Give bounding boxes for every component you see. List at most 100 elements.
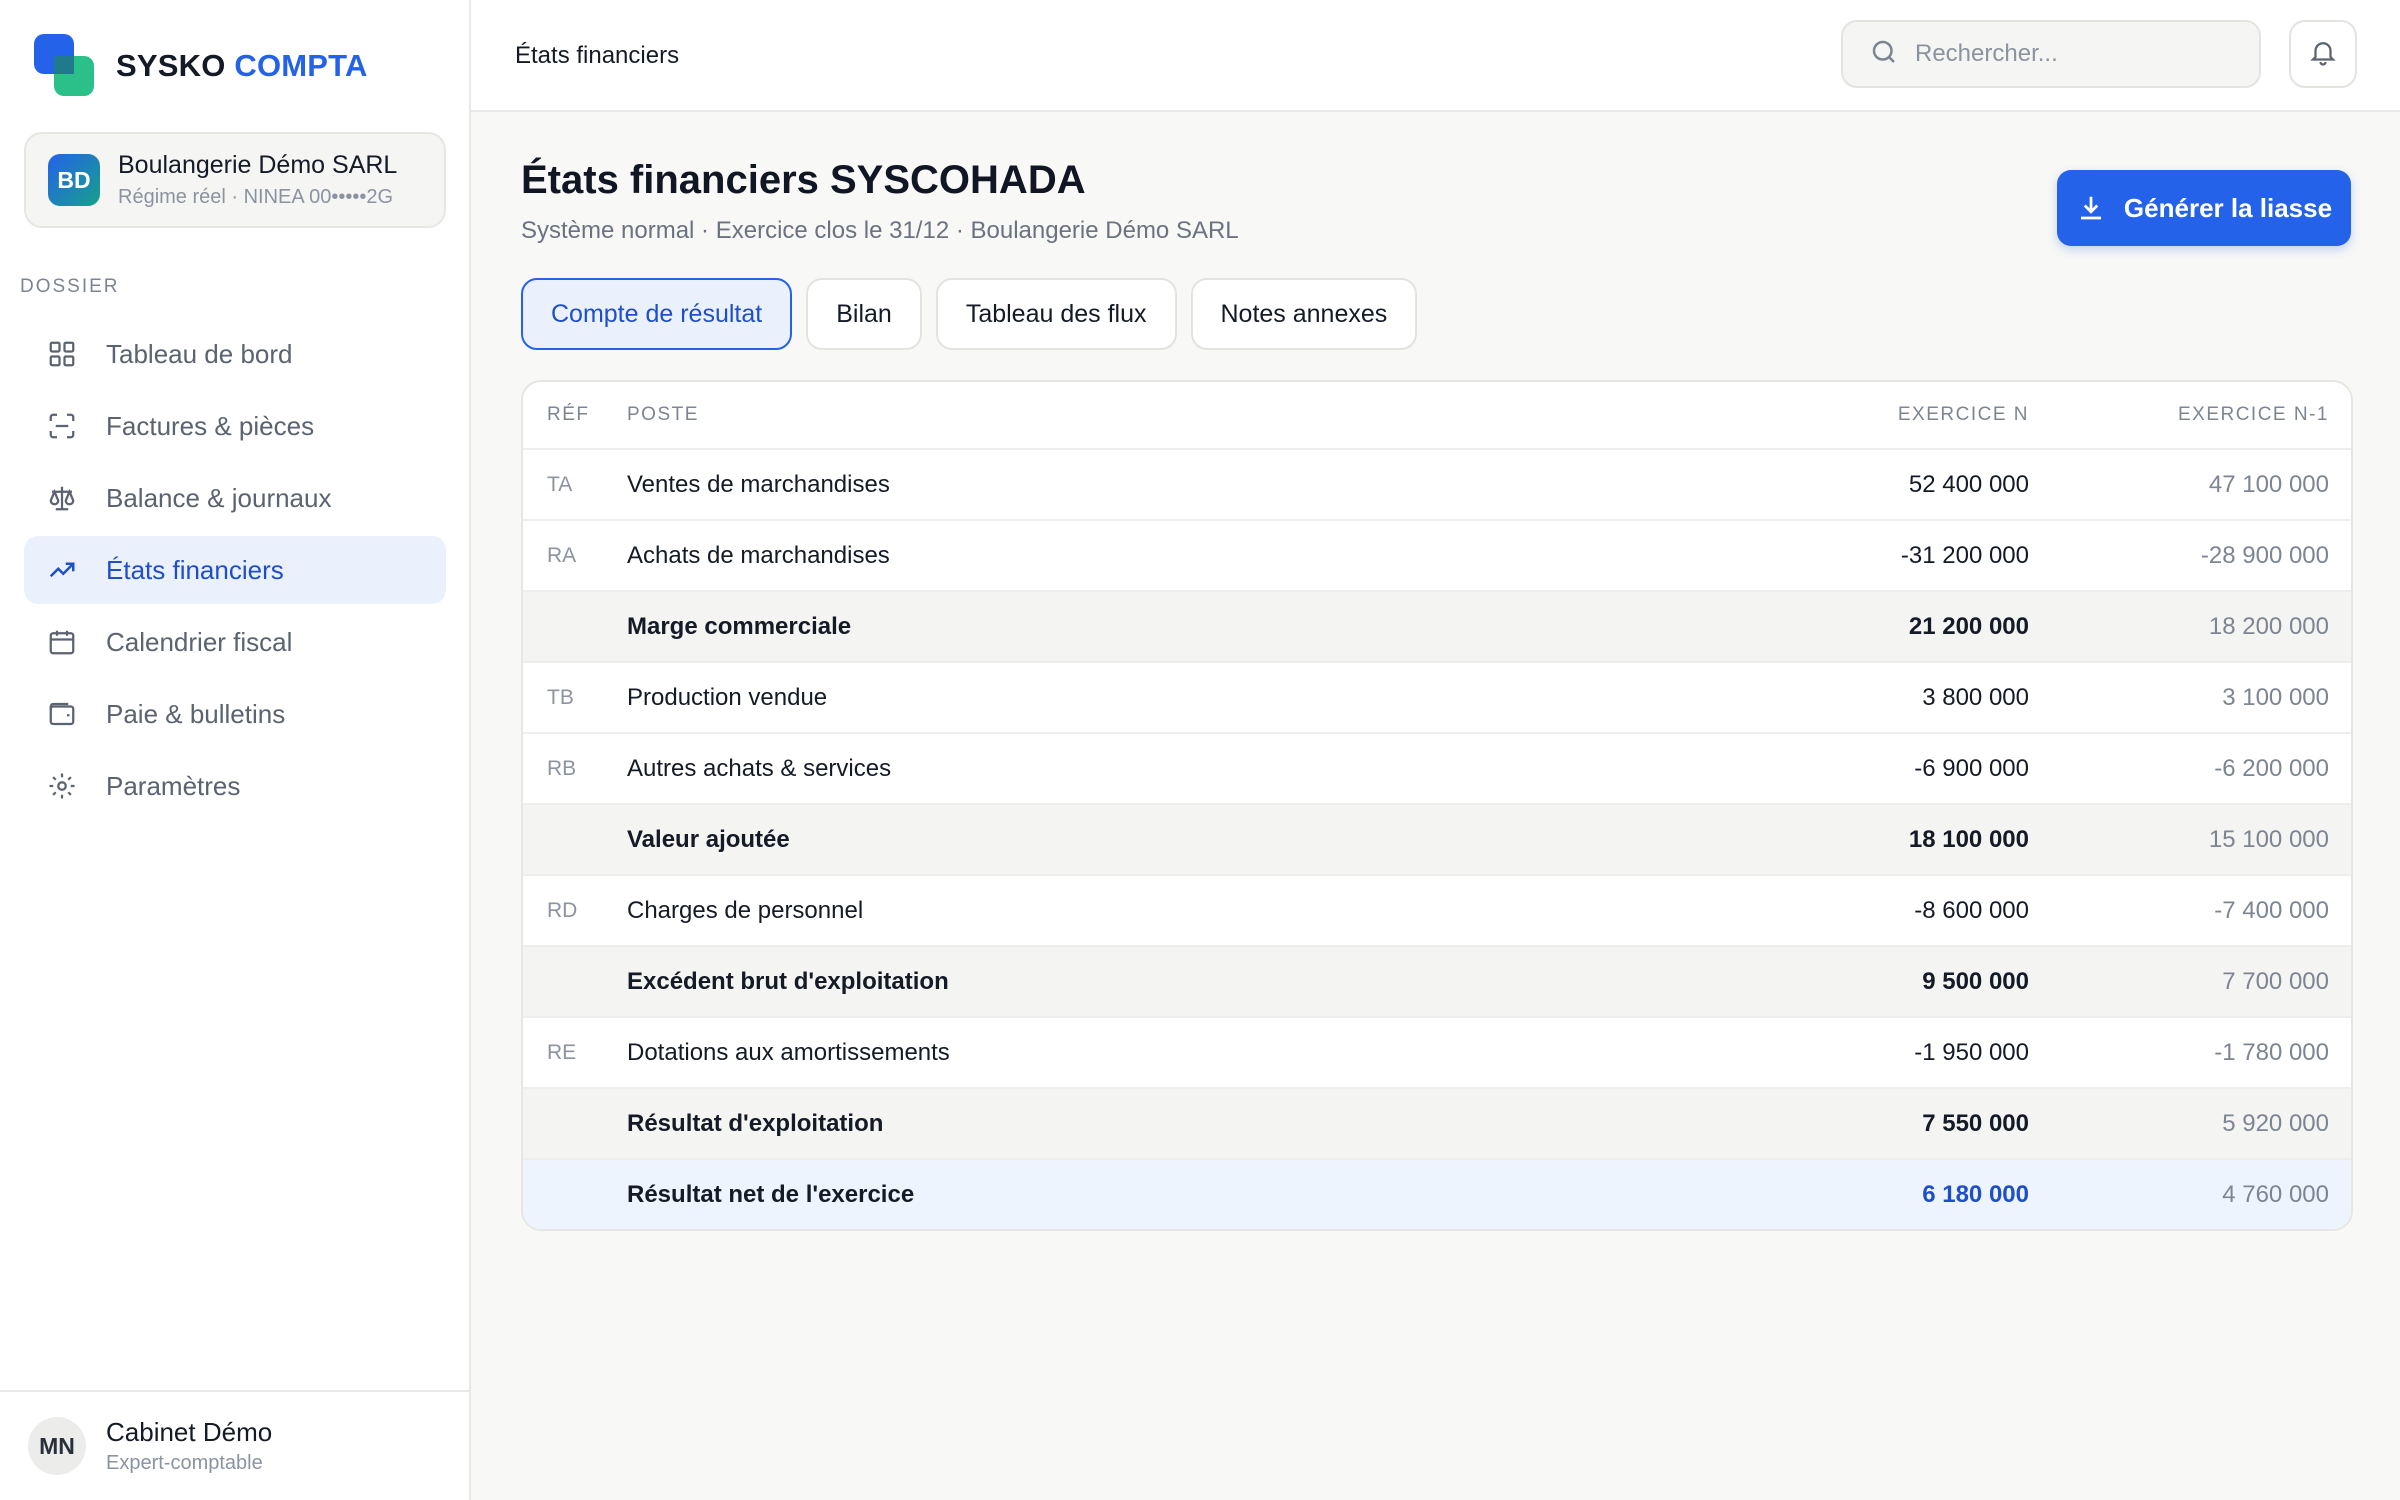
row-poste: Ventes de marchandises xyxy=(627,470,890,498)
brand-logo-icon xyxy=(34,34,98,98)
row-exercice-n: -31 200 000 xyxy=(1900,541,2029,569)
statement-tabs: Compte de résultat Bilan Tableau des flu… xyxy=(521,278,1431,350)
row-ref: RA xyxy=(547,543,577,567)
row-poste: Achats de marchandises xyxy=(627,541,890,569)
sidebar-item-label: Paie & bulletins xyxy=(106,698,286,729)
generate-liasse-label: Générer la liasse xyxy=(2123,192,2333,223)
column-header-exercice-n: EXERCICE N xyxy=(1897,404,2029,425)
bell-icon xyxy=(2308,37,2338,72)
scan-icon xyxy=(44,408,80,444)
sidebar-item-financial-statements[interactable]: États financiers xyxy=(24,536,446,604)
generate-liasse-button[interactable]: Générer la liasse xyxy=(2057,170,2351,246)
row-exercice-n: 7 550 000 xyxy=(1922,1109,2029,1137)
page-subtitle: Système normal · Exercice clos le 31/12 … xyxy=(521,217,1239,244)
row-exercice-n1: 47 100 000 xyxy=(2208,470,2329,498)
row-exercice-n1: -6 200 000 xyxy=(2214,754,2329,782)
row-poste: Production vendue xyxy=(627,683,828,711)
topbar: États financiers xyxy=(471,0,2400,112)
wallet-icon xyxy=(44,696,80,732)
row-poste: Charges de personnel xyxy=(627,896,864,924)
trend-icon xyxy=(44,552,80,588)
row-exercice-n: 3 800 000 xyxy=(1922,683,2029,711)
table-row: TA Ventes de marchandises 52 400 000 47 100… xyxy=(523,448,2351,519)
search-input[interactable] xyxy=(1915,40,2235,68)
row-exercice-n: -6 900 000 xyxy=(1914,754,2029,782)
row-poste: Résultat net de l'exercice xyxy=(627,1180,915,1208)
row-exercice-n1: 5 920 000 xyxy=(2222,1109,2329,1137)
row-exercice-n: -8 600 000 xyxy=(1914,896,2029,924)
brand[interactable]: SYSKO COMPTA xyxy=(34,34,368,98)
row-ref: RD xyxy=(547,898,578,922)
sidebar-item-fiscal-calendar[interactable]: Calendrier fiscal xyxy=(24,608,446,676)
row-poste: Dotations aux amortissements xyxy=(627,1038,950,1066)
row-exercice-n: 6 180 000 xyxy=(1922,1180,2029,1208)
table-row: Excédent brut d'exploitation 9 500 000 7 7… xyxy=(523,945,2351,1016)
tab-balance-sheet[interactable]: Bilan xyxy=(806,278,922,350)
brand-name: SYSKO COMPTA xyxy=(116,48,368,84)
column-header-poste: POSTE xyxy=(627,404,699,425)
row-poste: Valeur ajoutée xyxy=(627,825,790,853)
row-poste: Excédent brut d'exploitation xyxy=(627,967,949,995)
table-row: RD Charges de personnel -8 600 000 -7 400 0… xyxy=(523,874,2351,945)
page-header: États financiers SYSCOHADA Système norma… xyxy=(521,158,1239,245)
user-profile[interactable]: MN Cabinet Démo Expert-comptable xyxy=(0,1390,469,1500)
row-exercice-n1: -28 900 000 xyxy=(2200,541,2329,569)
scale-icon xyxy=(44,480,80,516)
search-box[interactable] xyxy=(1841,20,2261,88)
row-exercice-n: 52 400 000 xyxy=(1908,470,2029,498)
sidebar-item-invoices[interactable]: Factures & pièces xyxy=(24,392,446,460)
settings-icon xyxy=(44,768,80,804)
company-name: Boulangerie Démo SARL xyxy=(118,151,398,179)
sidebar-item-balance[interactable]: Balance & journaux xyxy=(24,464,446,532)
company-subtitle: Régime réel · NINEA 00•••••2G xyxy=(118,186,394,208)
sidebar-item-dashboard[interactable]: Tableau de bord xyxy=(24,320,446,388)
search-icon xyxy=(1869,37,1899,72)
company-avatar: BD xyxy=(48,154,100,206)
brand-name-part1: SYSKO xyxy=(116,48,226,83)
grid-icon xyxy=(44,336,80,372)
main-content: États financiers États financiers SYSCOH… xyxy=(471,0,2400,1500)
row-exercice-n: 18 100 000 xyxy=(1908,825,2029,853)
sidebar-item-label: Tableau de bord xyxy=(106,338,293,369)
row-exercice-n1: 4 760 000 xyxy=(2222,1180,2329,1208)
company-switcher[interactable]: BD Boulangerie Démo SARL Régime réel · N… xyxy=(24,132,446,228)
tab-cash-flow[interactable]: Tableau des flux xyxy=(935,278,1177,350)
row-exercice-n: -1 950 000 xyxy=(1914,1038,2029,1066)
row-poste: Résultat d'exploitation xyxy=(627,1109,884,1137)
table-row: RE Dotations aux amortissements -1 950 000… xyxy=(523,1016,2351,1087)
sidebar-item-payroll[interactable]: Paie & bulletins xyxy=(24,680,446,748)
tab-income-statement[interactable]: Compte de résultat xyxy=(521,278,793,350)
row-ref: TB xyxy=(547,685,574,709)
row-ref: TA xyxy=(547,472,573,496)
sidebar: SYSKO COMPTA BD Boulangerie Démo SARL Ré… xyxy=(0,0,471,1500)
column-header-ref: RÉF xyxy=(547,404,590,425)
notifications-button[interactable] xyxy=(2289,20,2357,88)
row-ref: RE xyxy=(547,1040,577,1064)
sidebar-item-settings[interactable]: Paramètres xyxy=(24,752,446,820)
row-exercice-n1: -1 780 000 xyxy=(2214,1038,2329,1066)
row-exercice-n: 21 200 000 xyxy=(1908,612,2029,640)
sidebar-section-label: DOSSIER xyxy=(20,276,120,297)
column-header-exercice-n1: EXERCICE N-1 xyxy=(2177,404,2329,425)
table-row: Résultat net de l'exercice 6 180 000 4 760… xyxy=(523,1158,2351,1229)
user-role: Expert-comptable xyxy=(106,1452,263,1474)
row-exercice-n1: 7 700 000 xyxy=(2222,967,2329,995)
sidebar-item-label: Balance & journaux xyxy=(106,482,332,513)
table-body: TA Ventes de marchandises 52 400 000 47 100… xyxy=(523,448,2351,1229)
table-row: RA Achats de marchandises -31 200 000 -28 9… xyxy=(523,519,2351,590)
row-exercice-n1: 18 200 000 xyxy=(2208,612,2329,640)
table-row: Marge commerciale 21 200 000 18 200 000 xyxy=(523,590,2351,661)
avatar: MN xyxy=(28,1417,86,1475)
row-exercice-n: 9 500 000 xyxy=(1922,967,2029,995)
user-name: Cabinet Démo xyxy=(106,1417,273,1447)
download-icon xyxy=(2076,193,2106,223)
table-header-row: RÉF POSTE EXERCICE N EXERCICE N-1 xyxy=(523,382,2351,448)
calendar-icon xyxy=(44,624,80,660)
table-row: Résultat d'exploitation 7 550 000 5 920 00… xyxy=(523,1087,2351,1158)
tab-notes[interactable]: Notes annexes xyxy=(1190,278,1418,350)
income-statement-table: RÉF POSTE EXERCICE N EXERCICE N-1 TA Vent… xyxy=(521,380,2353,1231)
sidebar-item-label: Factures & pièces xyxy=(106,410,315,441)
page-title: États financiers SYSCOHADA xyxy=(521,158,1086,202)
table-row: TB Production vendue 3 800 000 3 100 000 xyxy=(523,661,2351,732)
row-ref: RB xyxy=(547,756,577,780)
